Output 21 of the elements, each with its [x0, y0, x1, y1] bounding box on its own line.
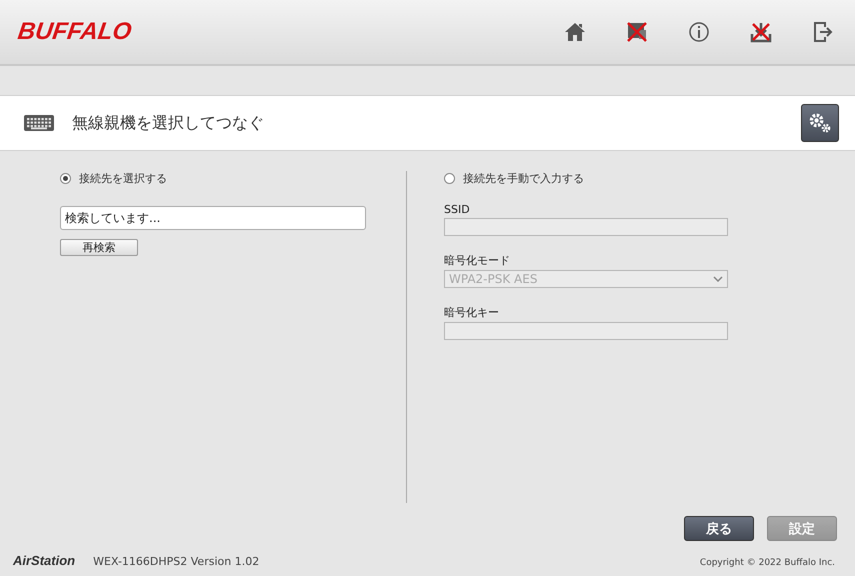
home-icon[interactable] [563, 20, 587, 44]
crossed-download-icon[interactable] [749, 20, 773, 44]
page-title: 無線親機を選択してつなぐ [72, 112, 264, 134]
copyright-text: Copyright © 2022 Buffalo Inc. [700, 558, 835, 568]
brand-logo: AirStation [13, 553, 76, 568]
settings-button[interactable] [801, 104, 839, 142]
field-label: 暗号化モード [444, 253, 511, 268]
keyboard-icon [24, 115, 54, 131]
logout-icon[interactable] [811, 20, 835, 44]
radio-option[interactable]: 接続先を手動で入力する [444, 171, 584, 186]
rescan-button[interactable]: 再検索 [60, 239, 138, 256]
radio-option[interactable]: 接続先を選択する [60, 171, 167, 186]
version-text: WEX-1166DHPS2 Version 1.02 [93, 555, 260, 568]
chevron-down-icon [713, 276, 723, 282]
field-label: SSID [444, 203, 471, 216]
back-button[interactable]: 戻る [684, 516, 754, 541]
search-status-field[interactable]: 検索しています... [60, 206, 366, 230]
info-icon[interactable] [687, 20, 711, 44]
logo: BUFFALO [16, 18, 134, 46]
crossed-monitor-icon[interactable] [625, 20, 649, 44]
field-label: 暗号化キー [444, 305, 500, 320]
